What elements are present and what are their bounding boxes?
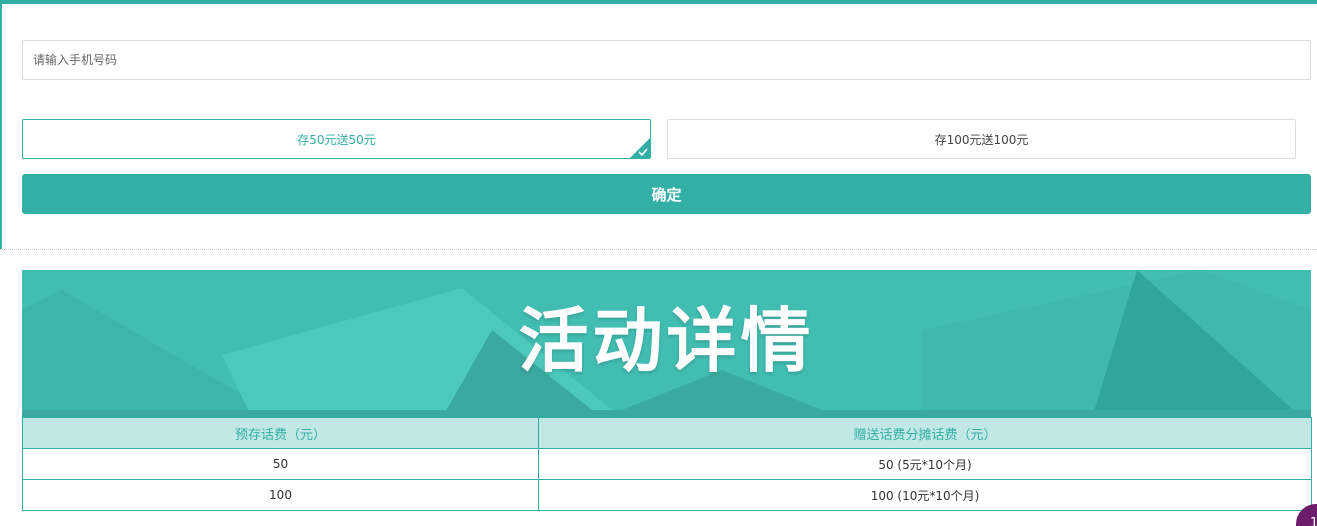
left-accent-edge xyxy=(0,4,2,249)
option-label: 存100元送100元 xyxy=(934,132,1029,147)
table-row: 50 50 (5元*10个月) xyxy=(22,448,1312,480)
confirm-button[interactable]: 确定 xyxy=(22,174,1311,214)
checkmark-icon xyxy=(638,148,648,157)
table-row: 100 100 (10元*10个月) xyxy=(22,479,1312,511)
page: 存50元送50元 存100元送100元 确定 活动详情 预存话费（元） 赠送话费… xyxy=(0,0,1317,526)
option-deposit-50[interactable]: 存50元送50元 xyxy=(22,119,651,159)
table-header-row: 预存话费（元） 赠送话费分摊话费（元） xyxy=(22,417,1312,449)
details-table: 预存话费（元） 赠送话费分摊话费（元） 50 50 (5元*10个月) 100 … xyxy=(22,417,1312,511)
table-cell: 50 (5元*10个月) xyxy=(538,448,1312,480)
activity-banner: 活动详情 xyxy=(22,270,1311,418)
option-deposit-100[interactable]: 存100元送100元 xyxy=(667,119,1296,159)
column-header: 赠送话费分摊话费（元） xyxy=(538,417,1312,449)
banner-title: 活动详情 xyxy=(518,300,815,382)
phone-number-input[interactable] xyxy=(22,40,1311,80)
table-cell: 100 xyxy=(22,479,539,511)
section-divider xyxy=(0,249,1317,250)
table-cell: 100 (10元*10个月) xyxy=(538,479,1312,511)
top-accent-bar xyxy=(0,0,1317,4)
option-label: 存50元送50元 xyxy=(297,132,376,147)
table-cell: 50 xyxy=(22,448,539,480)
column-header: 预存话费（元） xyxy=(22,417,539,449)
